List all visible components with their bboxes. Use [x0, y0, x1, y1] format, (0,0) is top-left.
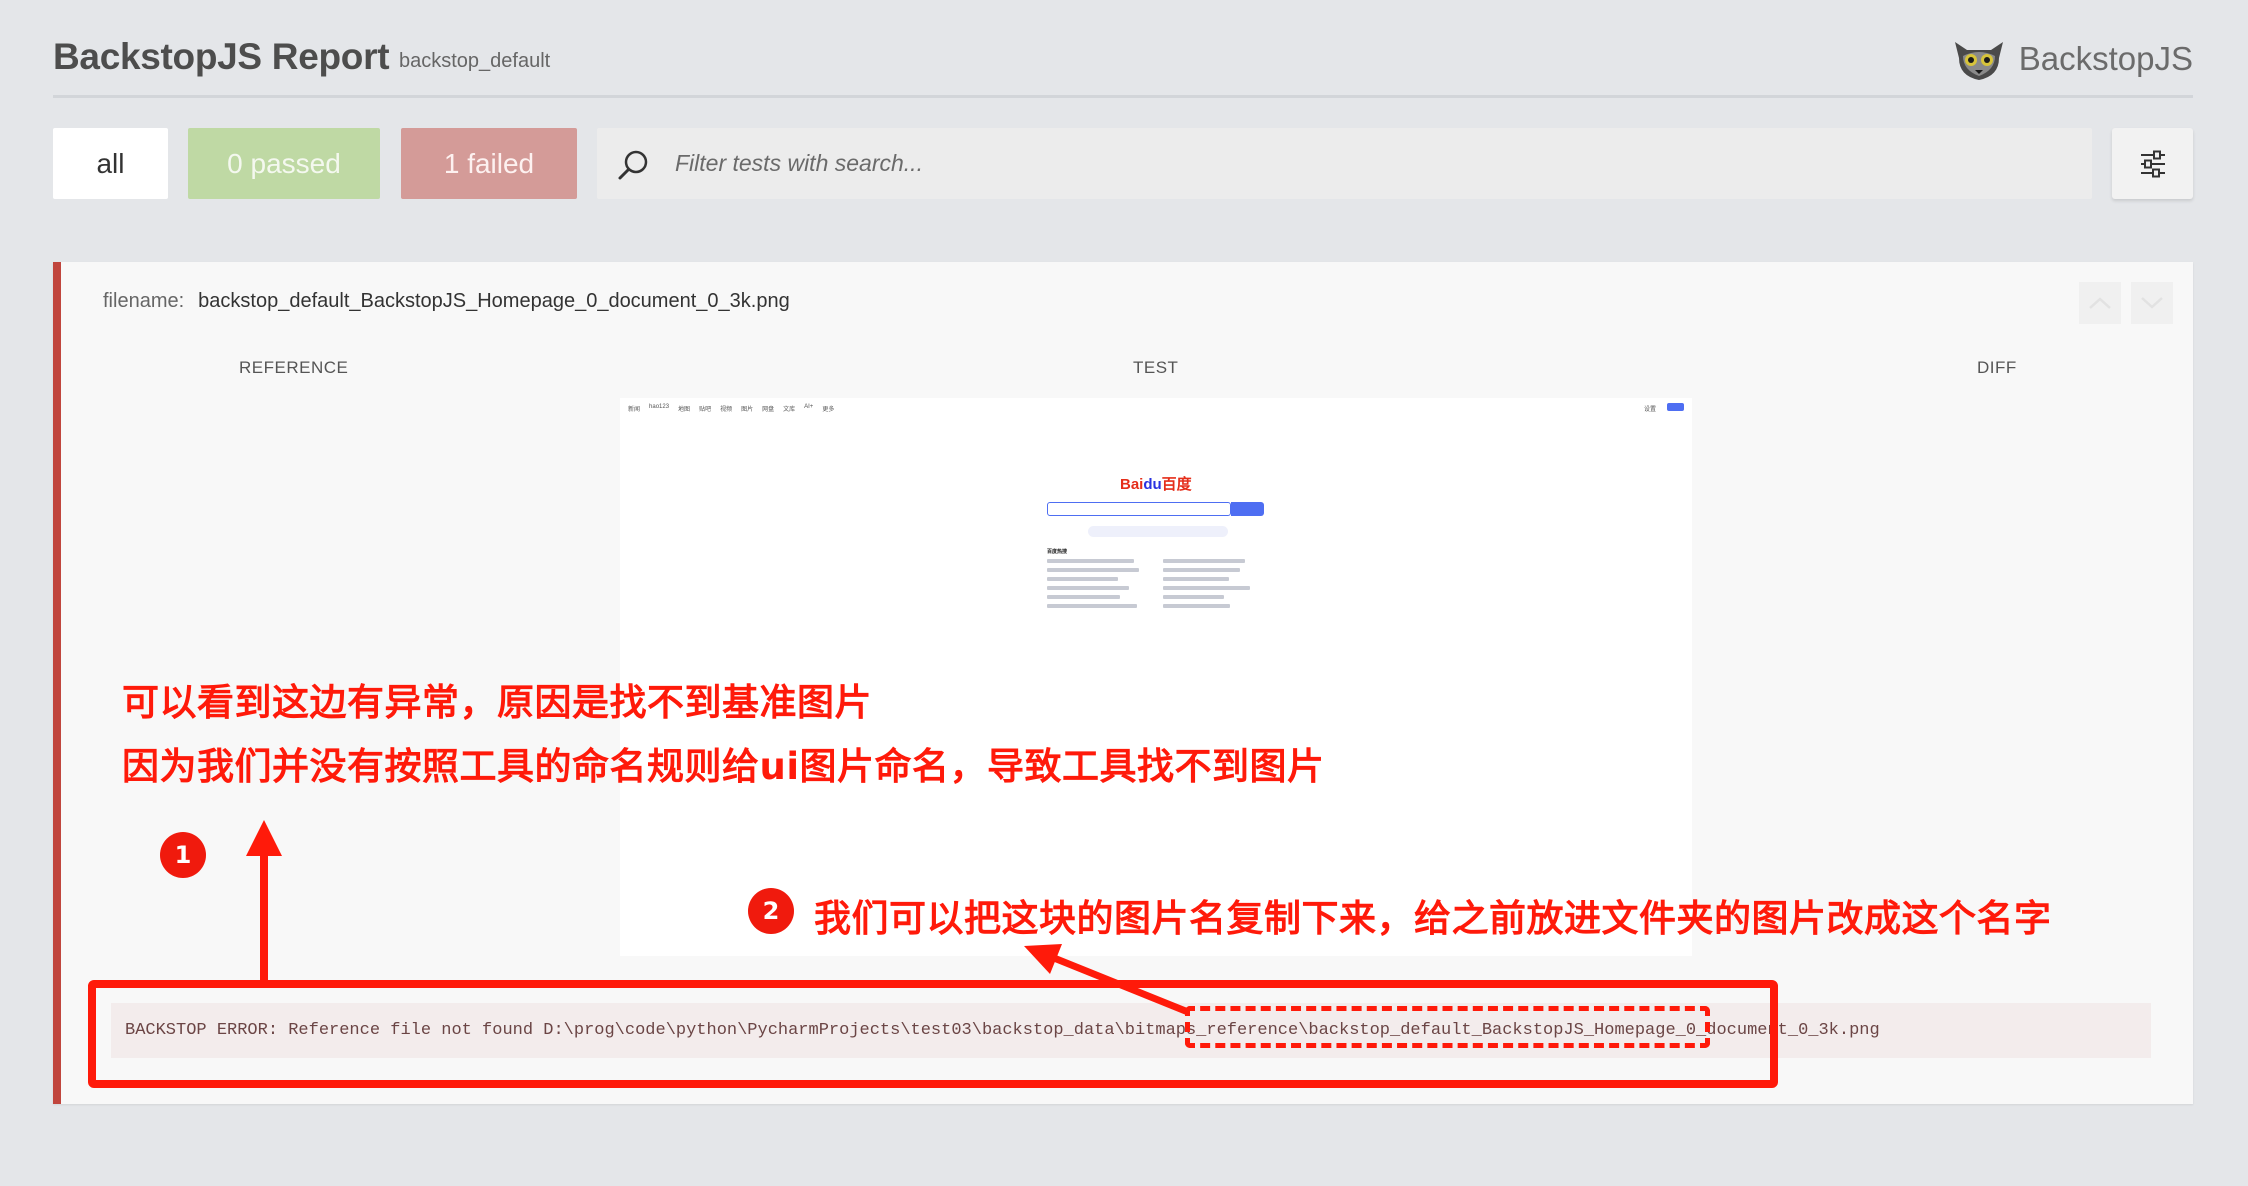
arrow-up-to-text [246, 820, 282, 980]
annotation-arrows [246, 820, 1190, 1016]
arrow-to-note-2 [1024, 944, 1190, 1016]
